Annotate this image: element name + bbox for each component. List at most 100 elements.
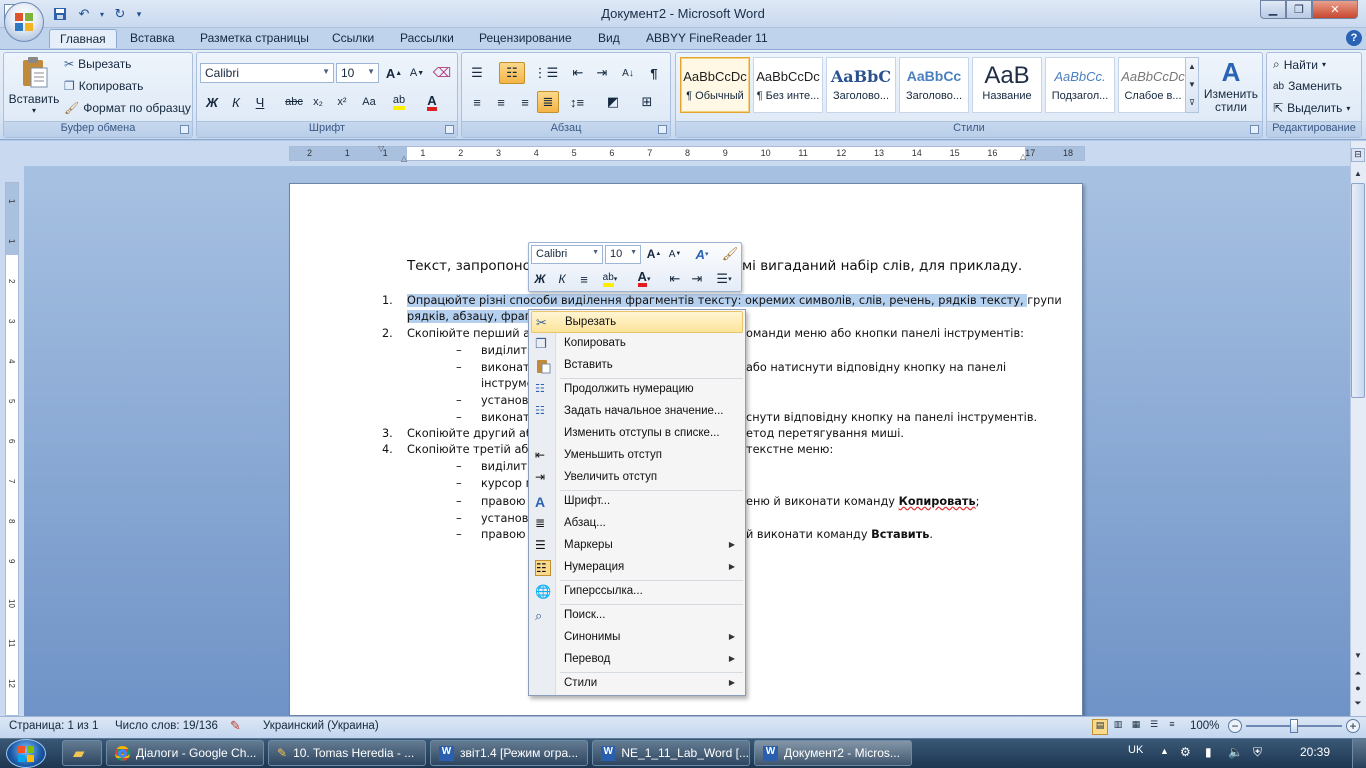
hanging-indent-marker[interactable]: △ (401, 154, 407, 163)
show-marks-button[interactable]: ¶ (643, 62, 665, 84)
increase-indent-button[interactable]: ⇥ (591, 62, 613, 84)
style-subtitle[interactable]: AaBbCc. Подзагол... (1045, 57, 1115, 113)
superscript-button[interactable]: x² (331, 91, 353, 113)
scroll-down-icon[interactable]: ▼ (1351, 651, 1365, 665)
menu-item-cut[interactable]: ✂ Вырезать (531, 311, 743, 333)
taskbar-task-word-active[interactable]: W Документ2 - Micros... (754, 740, 912, 766)
next-page-icon[interactable]: ⏷ (1351, 698, 1365, 712)
menu-item-paragraph[interactable]: ≣ Абзац... (531, 513, 743, 535)
outline-icon[interactable]: ☰ (1146, 719, 1162, 735)
underline-button[interactable]: Ч (249, 91, 271, 113)
tab-abbyy[interactable]: ABBYY FineReader 11 (636, 29, 778, 48)
menu-item-decrease-indent[interactable]: ⇤ Уменьшить отступ (531, 445, 743, 467)
subscript-button[interactable]: x₂ (307, 91, 329, 113)
style-title[interactable]: AaB Название (972, 57, 1042, 113)
status-page[interactable]: Страница: 1 из 1 (9, 720, 98, 732)
status-words[interactable]: Число слов: 19/136 (115, 720, 218, 732)
language-indicator[interactable]: UK (1128, 744, 1143, 756)
proofing-icon[interactable]: ✎ (230, 718, 241, 734)
browse-object-icon[interactable]: ● (1351, 683, 1365, 697)
mini-grow-font-icon[interactable]: A ▲ (644, 244, 664, 264)
menu-item-increase-indent[interactable]: ⇥ Увеличить отступ (531, 467, 743, 489)
help-icon[interactable]: ? (1346, 30, 1362, 46)
change-styles-button[interactable]: A Изменить стили (1201, 56, 1261, 118)
zoom-slider-thumb[interactable] (1290, 719, 1298, 733)
font-size-combo[interactable]: 10 ▼ (336, 63, 379, 83)
taskbar-task-document-viewer[interactable]: ✎ 10. Tomas Heredia - ... (268, 740, 426, 766)
paste-button[interactable]: Вставить ▾ (8, 56, 60, 122)
maximize-button[interactable]: ❐ (1286, 0, 1312, 19)
menu-item-set-value[interactable]: ☷ Задать начальное значение... (531, 401, 743, 423)
tab-references[interactable]: Ссылки (322, 29, 384, 48)
shading-button[interactable]: ◩ (598, 91, 628, 113)
tray-app-icon[interactable]: ⚙ (1180, 745, 1191, 759)
previous-page-icon[interactable]: ⏶ (1351, 668, 1365, 682)
tab-page-layout[interactable]: Разметка страницы (190, 29, 319, 48)
style-no-spacing[interactable]: AaBbCcDc ¶ Без инте... (753, 57, 823, 113)
office-button[interactable] (4, 2, 44, 42)
borders-button[interactable]: ⊞ (632, 91, 662, 113)
styles-launcher-icon[interactable] (1250, 125, 1259, 134)
grow-font-button[interactable]: A ▲ (383, 62, 405, 84)
numbering-button[interactable]: ☷ (499, 62, 525, 84)
mini-italic-icon[interactable]: К (552, 269, 572, 289)
network-icon[interactable]: ▮ (1205, 745, 1212, 759)
justify-button[interactable]: ≣ (537, 91, 559, 113)
vertical-ruler[interactable]: 1 1 2 3 4 5 6 7 8 9 10 11 12 (5, 182, 19, 716)
sort-button[interactable]: A↓ (617, 62, 639, 84)
menu-item-copy[interactable]: ❐ Копировать (531, 333, 743, 355)
right-indent-marker[interactable]: △ (1020, 152, 1026, 161)
paragraph-launcher-icon[interactable] (658, 125, 667, 134)
styles-scroll[interactable]: ▲ ▼ ⊽ (1185, 57, 1199, 113)
style-normal[interactable]: AaBbCcDc ¶ Обычный (680, 57, 750, 113)
font-color-button[interactable]: A (421, 91, 443, 113)
select-button[interactable]: ⇱ Выделить ▾ (1273, 101, 1350, 115)
mini-decrease-indent-icon[interactable]: ⇤ (665, 269, 685, 289)
line-spacing-button[interactable]: ↕≡ (563, 91, 591, 113)
mini-font-combo[interactable]: Calibri ▼ (531, 245, 603, 264)
clear-formatting-button[interactable]: ⌫ (431, 62, 453, 84)
bold-button[interactable]: Ж (201, 91, 223, 113)
replace-button[interactable]: ab Заменить (1273, 79, 1342, 93)
mini-shrink-font-icon[interactable]: A ▼ (665, 244, 685, 264)
format-painter-button[interactable]: 🖌 Формат по образцу (64, 101, 191, 115)
highlight-button[interactable]: ab (388, 91, 410, 113)
font-name-combo[interactable]: Calibri ▼ (200, 63, 334, 83)
close-button[interactable]: ✕ (1312, 0, 1358, 19)
mini-center-icon[interactable]: ≡ (574, 269, 594, 289)
mini-highlight-icon[interactable]: ab ▾ (596, 269, 624, 289)
shrink-font-button[interactable]: A ▼ (406, 62, 428, 84)
status-language[interactable]: Украинский (Украина) (263, 720, 379, 732)
copy-button[interactable]: ❐ Копировать (64, 79, 143, 93)
scroll-up-icon[interactable]: ▲ (1351, 166, 1365, 182)
menu-item-bullets[interactable]: ☰ Маркеры ▶ (531, 535, 743, 557)
draft-icon[interactable]: ≡ (1164, 719, 1180, 735)
tab-review[interactable]: Рецензирование (469, 29, 582, 48)
menu-item-styles[interactable]: Стили ▶ (531, 673, 743, 695)
font-launcher-icon[interactable] (445, 125, 454, 134)
italic-button[interactable]: К (225, 91, 247, 113)
tab-home[interactable]: Главная (49, 29, 117, 48)
menu-item-paste[interactable]: Вставить (531, 355, 743, 377)
style-heading-1[interactable]: AaBbC Заголово... (826, 57, 896, 113)
menu-item-research[interactable]: ⌕ Поиск... (531, 605, 743, 627)
taskbar-task-chrome[interactable]: Діалоги - Google Ch... (106, 740, 264, 766)
tray-shield-icon[interactable]: ⛨ (1253, 745, 1262, 760)
multilevel-list-button[interactable]: ⋮☰ (534, 62, 559, 84)
mini-styles-icon[interactable]: A ▾ (688, 244, 716, 264)
menu-item-font[interactable]: A Шрифт... (531, 491, 743, 513)
print-layout-icon[interactable]: ▤ (1092, 719, 1108, 735)
mini-increase-indent-icon[interactable]: ⇥ (687, 269, 707, 289)
tab-mailings[interactable]: Рассылки (390, 29, 464, 48)
menu-item-numbering[interactable]: ☷ Нумерация ▶ (531, 557, 743, 579)
tab-view[interactable]: Вид (588, 29, 630, 48)
cut-button[interactable]: ✂ Вырезать (64, 57, 131, 71)
mini-bullets-icon[interactable]: ☰ ▾ (709, 269, 739, 289)
ruler-toggle-icon[interactable]: ⊟ (1351, 148, 1365, 162)
menu-item-synonyms[interactable]: Синонимы ▶ (531, 627, 743, 649)
style-subtle-emphasis[interactable]: AaBbCcDc Слабое в... (1118, 57, 1188, 113)
full-screen-reading-icon[interactable]: ▥ (1110, 719, 1126, 735)
mini-format-painter-icon[interactable]: 🖌 (720, 244, 740, 264)
align-right-button[interactable]: ≡ (514, 91, 536, 113)
style-heading-2[interactable]: AaBbCc Заголово... (899, 57, 969, 113)
